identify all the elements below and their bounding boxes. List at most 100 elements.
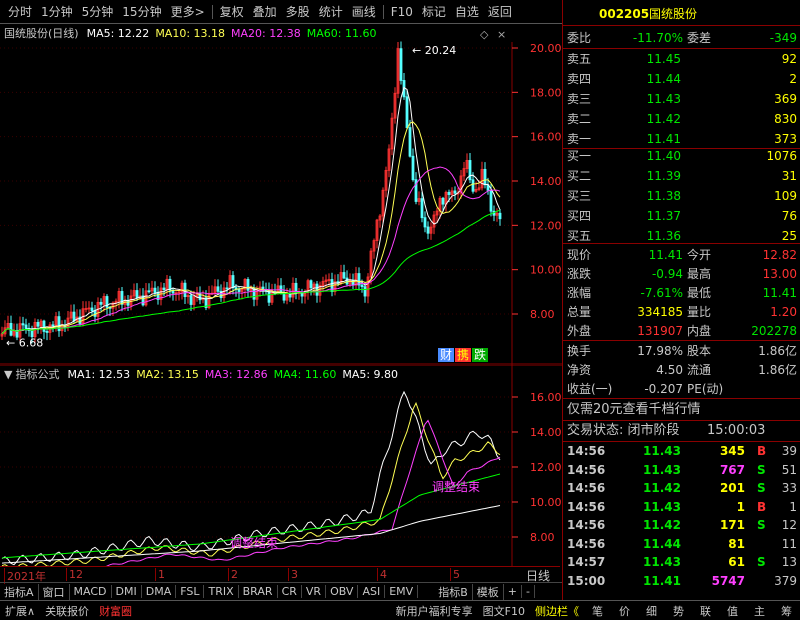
- toolbar-button-5[interactable]: 复权: [216, 3, 248, 20]
- indicator-tab-1[interactable]: 窗口: [39, 583, 70, 600]
- indicator-tab-9[interactable]: VR: [302, 585, 327, 598]
- bid-label: 买四: [567, 209, 592, 223]
- status-middle-0[interactable]: 新用户福利专享: [391, 603, 478, 619]
- status-right-2[interactable]: 细: [638, 603, 665, 619]
- stat-label-2: 量比: [687, 305, 712, 319]
- stat-label-2: 内盘: [687, 324, 712, 338]
- stock-name[interactable]: 国统股份: [649, 4, 697, 24]
- tick-volume: 61: [728, 555, 745, 569]
- toolbar-button-4[interactable]: 更多>: [167, 3, 209, 20]
- stat-label: 现价: [567, 248, 592, 262]
- indicator-note-upper: 调整结束: [432, 479, 480, 494]
- indicator-tab-3[interactable]: DMI: [112, 585, 142, 598]
- stat2-label-2: PE(动): [687, 382, 724, 396]
- ask-volume: 830: [774, 112, 797, 126]
- toolbar-button-3[interactable]: 15分钟: [118, 3, 165, 20]
- news-tag[interactable]: 携: [457, 347, 469, 362]
- candles: [0, 41, 502, 344]
- promo-text[interactable]: 仅需20元查看千档行情: [567, 400, 701, 420]
- ind-axis-label: 10.00: [530, 496, 562, 509]
- diamond-icon[interactable]: ◇: [480, 28, 489, 41]
- stat-value-2: 13.00: [762, 267, 797, 281]
- toolbar-button-11[interactable]: 标记: [418, 3, 450, 20]
- ask-row: 卖四 11.44 2: [563, 69, 800, 89]
- tick-row: 14:56 11.43 767 S 51: [563, 461, 800, 479]
- finance-tag[interactable]: 财: [440, 348, 452, 362]
- indicator-tab-4[interactable]: DMA: [142, 585, 177, 598]
- tick-row: 14:56 11.43 1 B 1: [563, 498, 800, 516]
- status-right-0[interactable]: 笔: [584, 603, 611, 619]
- status-middle-2[interactable]: 侧边栏《: [530, 603, 584, 619]
- candle-body: [489, 189, 493, 212]
- indicator-tab-16[interactable]: -: [522, 585, 535, 598]
- x-axis-label: 1: [155, 568, 165, 581]
- stat2-row: 收益(一) -0.207 PE(动): [563, 379, 800, 399]
- bid-volume: 109: [774, 189, 797, 203]
- bid-volume: 31: [781, 169, 797, 183]
- candle-body: [408, 127, 412, 157]
- ind-axis-label: 14.00: [530, 426, 562, 439]
- toolbar-button-9[interactable]: 画线: [348, 3, 380, 20]
- toolbar-button-13[interactable]: 返回: [484, 3, 516, 20]
- bid-price: 11.38: [646, 189, 681, 203]
- x-axis-label: 5: [450, 568, 460, 581]
- indicator-tab-0[interactable]: 指标A: [0, 583, 39, 600]
- kline-chart[interactable]: 20.00 18.00 16.00 14.00 12.00 10.00 8.00 ← 20.2…: [0, 24, 562, 365]
- tick-volume: 1: [736, 499, 745, 514]
- status-right-6[interactable]: 主: [746, 603, 773, 619]
- weibi-row: 委比 -11.70% 委差 -349: [563, 28, 800, 48]
- close-chart-icon[interactable]: ×: [497, 28, 506, 41]
- indicator-chart[interactable]: 16.0014.0012.0010.008.00调整结束调整结束: [0, 365, 562, 566]
- bid-row: 买四 11.37 76: [563, 206, 800, 226]
- status-right-4[interactable]: 联: [692, 603, 719, 619]
- indicator-tab-12[interactable]: EMV: [385, 585, 419, 598]
- toolbar-button-10[interactable]: F10: [387, 5, 417, 19]
- bid-price: 11.37: [646, 209, 681, 223]
- status-right-7[interactable]: 筹: [773, 603, 800, 619]
- indicator-tab-7[interactable]: BRAR: [239, 585, 278, 598]
- drop-tag[interactable]: 跌: [474, 347, 486, 362]
- tick-time: 14:56: [567, 481, 606, 495]
- toolbar-button-8[interactable]: 统计: [315, 3, 347, 20]
- tick-volume: 171: [719, 518, 745, 532]
- stock-code[interactable]: 002205: [599, 4, 649, 24]
- tick-row: 14:56 11.44 81 11: [563, 535, 800, 553]
- status-right-5[interactable]: 值: [719, 603, 746, 619]
- promo-row[interactable]: 仅需20元查看千档行情: [563, 400, 800, 420]
- toolbar-button-6[interactable]: 叠加: [249, 3, 281, 20]
- candle-body: [135, 290, 139, 299]
- status-left-2[interactable]: 财富圈: [94, 603, 137, 619]
- toolbar-button-0[interactable]: 分时: [4, 3, 36, 20]
- stat-row: 总量 334185 量比 1.20: [563, 302, 800, 322]
- candle-body: [24, 324, 28, 329]
- status-right-3[interactable]: 势: [665, 603, 692, 619]
- candle-body: [120, 291, 124, 305]
- ask-price: 11.44: [646, 72, 681, 86]
- indicator-tab-15[interactable]: +: [504, 585, 522, 598]
- toolbar-button-12[interactable]: 自选: [451, 3, 483, 20]
- indicator-tab-6[interactable]: TRIX: [204, 585, 239, 598]
- status-middle-1[interactable]: 图文F10: [478, 603, 530, 619]
- status-left-0[interactable]: 扩展∧: [0, 603, 40, 619]
- status-right-1[interactable]: 价: [611, 603, 638, 619]
- stat-row: 涨跌 -0.94 最高 13.00: [563, 264, 800, 284]
- indicator-tab-14[interactable]: 模板: [473, 583, 504, 600]
- stat-label-2: 最低: [687, 286, 712, 300]
- toolbar-separator: [382, 4, 384, 19]
- indicator-tab-8[interactable]: CR: [278, 585, 302, 598]
- toolbar-button-1[interactable]: 1分钟: [37, 3, 77, 20]
- indicator-tab-11[interactable]: ASI: [358, 585, 386, 598]
- status-left-1[interactable]: 关联报价: [40, 603, 94, 619]
- indicator-tab-2[interactable]: MACD: [70, 585, 112, 598]
- toolbar-button-2[interactable]: 5分钟: [78, 3, 118, 20]
- indicator-tab-5[interactable]: FSL: [176, 585, 205, 598]
- toolbar-button-7[interactable]: 多股: [282, 3, 314, 20]
- x-axis-label: 4: [377, 568, 387, 581]
- candle-body: [453, 190, 457, 194]
- tick-time: 14:56: [567, 536, 606, 551]
- indicator-tab-13[interactable]: 指标B: [434, 583, 473, 600]
- tick-price: 11.43: [643, 555, 681, 569]
- indicator-tab-10[interactable]: OBV: [326, 585, 359, 598]
- tick-time: 15:00: [567, 573, 606, 588]
- tick-price: 11.41: [643, 573, 681, 588]
